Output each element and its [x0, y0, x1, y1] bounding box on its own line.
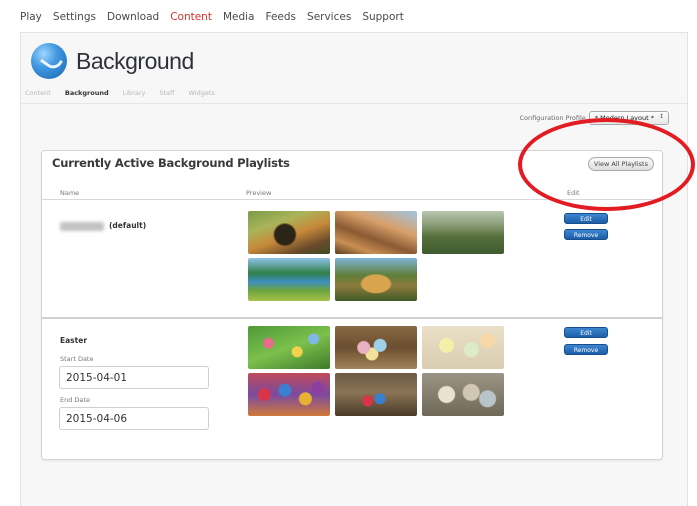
config-profile: Configuration Profile * Modern Layout * … — [519, 111, 669, 125]
config-profile-value: * Modern Layout * — [594, 114, 654, 122]
pastel-eggs-photo[interactable] — [422, 326, 504, 369]
subnav-background[interactable]: Background — [65, 89, 109, 97]
content-panel: Background Content Background Library St… — [20, 32, 688, 506]
nav-media[interactable]: Media — [223, 11, 255, 23]
eggs-grass-photo[interactable] — [248, 326, 330, 369]
playlist-name: Easter — [60, 336, 88, 345]
remove-button[interactable]: Remove — [564, 344, 608, 355]
config-profile-select[interactable]: * Modern Layout * ↕ — [588, 111, 669, 125]
eggs-basket-photo[interactable] — [335, 373, 417, 416]
nav-download[interactable]: Download — [107, 11, 159, 23]
start-date-label: Start Date — [60, 355, 94, 363]
config-profile-label: Configuration Profile — [519, 114, 586, 122]
page-title: Background — [76, 47, 194, 74]
lake-photo[interactable] — [248, 258, 330, 301]
column-header-name: Name — [60, 189, 80, 197]
colored-eggs-photo[interactable] — [248, 373, 330, 416]
nav-play[interactable]: Play — [20, 11, 42, 23]
remove-button[interactable]: Remove — [564, 229, 608, 240]
hikers-photo[interactable] — [335, 211, 417, 254]
select-arrows-icon: ↕ — [658, 113, 664, 120]
nav-support[interactable]: Support — [362, 11, 404, 23]
nav-feeds[interactable]: Feeds — [266, 11, 297, 23]
playlists-box: Currently Active Background Playlists Vi… — [41, 150, 663, 460]
page-header: Background — [31, 41, 194, 81]
divider — [21, 103, 687, 104]
subnav-staff[interactable]: Staff — [159, 89, 174, 97]
redacted-name — [60, 221, 104, 231]
view-all-playlists-button[interactable]: View All Playlists — [587, 157, 654, 171]
edit-button[interactable]: Edit — [564, 213, 608, 224]
speckled-eggs-photo[interactable] — [422, 373, 504, 416]
subnav-widgets[interactable]: Widgets — [188, 89, 214, 97]
cycling-photo[interactable] — [248, 211, 330, 254]
building-photo[interactable] — [335, 258, 417, 301]
subnav-library[interactable]: Library — [123, 89, 146, 97]
eggs-nest-photo[interactable] — [335, 326, 417, 369]
start-date-input[interactable] — [59, 366, 209, 389]
playlist-name: (default) — [60, 221, 146, 231]
column-header-edit: Edit — [567, 189, 580, 197]
subnav-content[interactable]: Content — [25, 89, 51, 97]
hills-photo[interactable] — [422, 211, 504, 254]
row-divider — [42, 317, 662, 319]
header-divider — [42, 199, 662, 200]
nav-settings[interactable]: Settings — [53, 11, 96, 23]
nav-content[interactable]: Content — [170, 11, 212, 23]
column-header-preview: Preview — [246, 189, 272, 197]
globe-icon — [31, 43, 67, 79]
end-date-input[interactable] — [59, 407, 209, 430]
sub-nav: Content Background Library Staff Widgets — [25, 85, 229, 101]
edit-button[interactable]: Edit — [564, 327, 608, 338]
playlists-title: Currently Active Background Playlists — [52, 156, 290, 170]
top-nav: Play Settings Download Content Media Fee… — [20, 4, 415, 30]
nav-services[interactable]: Services — [307, 11, 351, 23]
end-date-label: End Date — [60, 396, 90, 404]
